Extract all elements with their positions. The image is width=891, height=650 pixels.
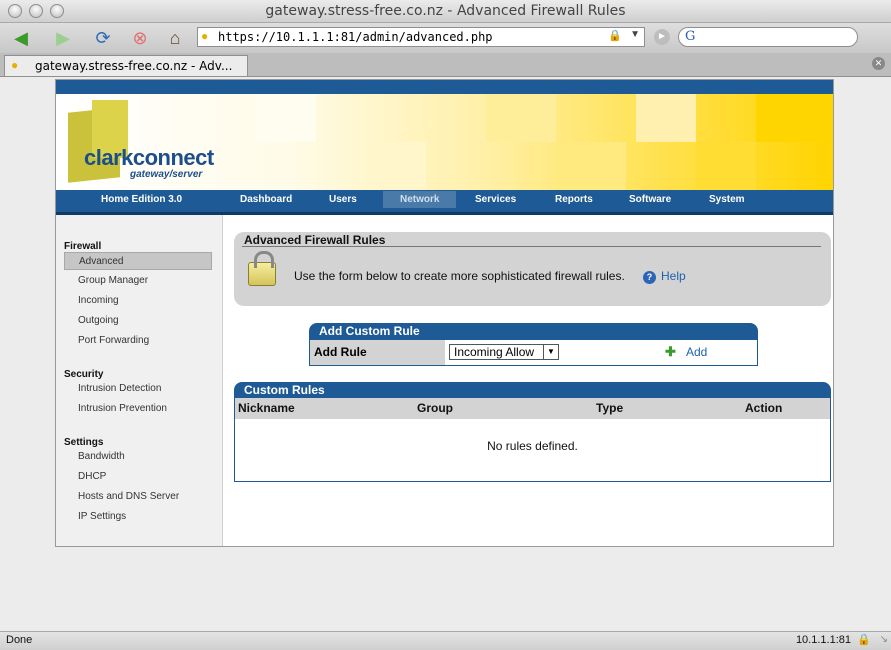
tab-active[interactable]: ● gateway.stress-free.co.nz - Adv... [4, 55, 248, 76]
sidebar-item-ip-settings[interactable]: IP Settings [64, 508, 212, 526]
title-divider [242, 246, 821, 247]
browser-toolbar: ◀ ▶ ⟳ ⊗ ⌂ ● https://10.1.1.1:81/admin/ad… [0, 23, 891, 53]
plus-icon[interactable]: ✚ [665, 345, 678, 358]
edition-label: Home Edition 3.0 [101, 194, 183, 205]
sidebar: Firewall Advanced Group Manager Incoming… [56, 215, 223, 546]
brand-name: clarkconnect [84, 145, 214, 170]
window-titlebar: gateway.stress-free.co.nz - Advanced Fir… [0, 0, 891, 23]
resize-grip-icon[interactable]: ↘ [880, 634, 888, 645]
stop-icon[interactable]: ⊗ [127, 26, 153, 50]
sidebar-item-hosts-dns[interactable]: Hosts and DNS Server [64, 488, 212, 506]
url-dropdown-icon[interactable]: ▼ [630, 29, 640, 40]
tab-bar: ● gateway.stress-free.co.nz - Adv... ✕ [0, 53, 891, 77]
home-icon[interactable]: ⌂ [162, 26, 188, 50]
col-action: Action [745, 401, 783, 415]
search-field[interactable]: G [678, 27, 858, 47]
nav-software[interactable]: Software [629, 194, 671, 205]
add-rule-button[interactable]: Add [686, 345, 707, 359]
address-bar[interactable]: ● https://10.1.1.1:81/admin/advanced.php… [197, 27, 645, 47]
add-rule-header: Add Custom Rule [309, 323, 758, 340]
sidebar-item-outgoing[interactable]: Outgoing [64, 312, 212, 330]
sidebar-section-settings: Settings [64, 437, 104, 448]
page-title: Advanced Firewall Rules [244, 233, 386, 247]
empty-rules-message: No rules defined. [487, 439, 578, 453]
address-url: https://10.1.1.1:81/admin/advanced.php [218, 30, 493, 44]
sidebar-item-port-forwarding[interactable]: Port Forwarding [64, 332, 212, 350]
sidebar-item-intrusion-detection[interactable]: Intrusion Detection [64, 380, 212, 398]
col-group: Group [417, 401, 453, 415]
tab-favicon-icon: ● [11, 58, 19, 72]
status-host: 10.1.1.1:81 [795, 634, 851, 646]
sidebar-item-incoming[interactable]: Incoming [64, 292, 212, 310]
header-banner: clarkconnect gateway/server [56, 94, 833, 190]
sidebar-item-group-manager[interactable]: Group Manager [64, 272, 212, 290]
sidebar-section-firewall: Firewall [64, 241, 102, 252]
nav-users[interactable]: Users [329, 194, 357, 205]
status-text: Done [6, 634, 33, 646]
chevron-down-icon[interactable]: ▼ [543, 345, 558, 359]
col-nickname: Nickname [238, 401, 295, 415]
window-title: gateway.stress-free.co.nz - Advanced Fir… [265, 3, 626, 19]
sidebar-item-bandwidth[interactable]: Bandwidth [64, 448, 212, 466]
secure-lock-icon[interactable]: 🔒 [608, 29, 622, 42]
col-type: Type [596, 401, 624, 415]
main-nav: Home Edition 3.0 Dashboard Users Network… [56, 190, 833, 215]
reload-icon[interactable]: ⟳ [90, 26, 116, 50]
add-rule-label: Add Rule [310, 340, 445, 365]
padlock-icon [248, 251, 276, 286]
sidebar-item-intrusion-prevention[interactable]: Intrusion Prevention [64, 400, 212, 418]
nav-dashboard[interactable]: Dashboard [240, 194, 292, 205]
brand-subtitle: gateway/server [130, 169, 203, 180]
sidebar-item-dhcp[interactable]: DHCP [64, 468, 212, 486]
status-bar: Done 10.1.1.1:81 🔒 ↘ [0, 631, 891, 650]
info-panel: Advanced Firewall Rules Use the form bel… [234, 232, 831, 306]
sidebar-section-security: Security [64, 369, 104, 380]
custom-rules-table: Nickname Group Type Action No rules defi… [234, 398, 831, 482]
status-lock-icon[interactable]: 🔒 [857, 633, 871, 646]
top-strip [56, 80, 833, 94]
close-tab-icon[interactable]: ✕ [872, 57, 885, 70]
table-header-row: Nickname Group Type Action [235, 398, 830, 419]
nav-system[interactable]: System [709, 194, 745, 205]
back-arrow-icon[interactable]: ◀ [8, 26, 34, 50]
search-engine-icon[interactable]: G [685, 29, 695, 44]
help-link[interactable]: Help [661, 269, 686, 283]
web-page: clarkconnect gateway/server Home Edition… [55, 79, 834, 547]
nav-reports[interactable]: Reports [555, 194, 593, 205]
panel-description: Use the form below to create more sophis… [294, 269, 625, 283]
site-favicon-icon: ● [201, 29, 209, 43]
help-icon[interactable]: ? [643, 271, 656, 284]
nav-network[interactable]: Network [383, 191, 457, 208]
nav-services[interactable]: Services [475, 194, 516, 205]
go-button[interactable]: ► [654, 29, 670, 45]
tab-label: gateway.stress-free.co.nz - Adv... [35, 59, 233, 73]
forward-arrow-icon[interactable]: ▶ [50, 26, 76, 50]
rule-type-value: Incoming Allow [454, 345, 535, 359]
add-rule-row: Add Rule Incoming Allow ▼ ✚ Add [309, 340, 758, 366]
rule-type-select[interactable]: Incoming Allow ▼ [449, 344, 559, 360]
custom-rules-header: Custom Rules [234, 382, 831, 399]
sidebar-item-advanced[interactable]: Advanced [64, 252, 212, 270]
